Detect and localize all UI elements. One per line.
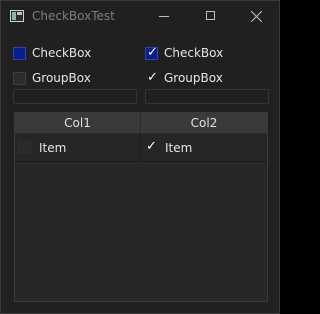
column-header-col2[interactable]: Col2: [141, 113, 267, 133]
checkbox-left-label: CheckBox: [32, 46, 92, 60]
groupbox-left-box[interactable]: [13, 71, 26, 85]
close-icon: [251, 11, 262, 22]
maximize-button[interactable]: [188, 1, 234, 32]
groupbox-left-checkbox[interactable]: GroupBox: [13, 70, 91, 86]
cell-label-col1: Item: [39, 140, 67, 155]
window-title: CheckBoxTest: [32, 9, 115, 23]
groupbox-right-label: GroupBox: [164, 71, 223, 85]
title-bar[interactable]: CheckBoxTest: [1, 1, 279, 32]
column-header-col1[interactable]: Col1: [15, 113, 141, 133]
minimize-button[interactable]: [142, 1, 188, 32]
groupbox-right-field[interactable]: [145, 89, 269, 104]
checkbox-right-box[interactable]: [145, 45, 158, 60]
cell-checkbox-col2[interactable]: [144, 139, 157, 154]
groupbox-left-label: GroupBox: [32, 71, 91, 85]
main-window: CheckBoxTest CheckBox CheckBox GroupBox …: [0, 0, 280, 314]
cell-label-col2: Item: [165, 140, 193, 155]
app-window-icon: [10, 10, 24, 22]
table-cell-col2[interactable]: Item: [141, 134, 267, 161]
groupbox-right-checkbox[interactable]: GroupBox: [145, 70, 223, 86]
table-row[interactable]: Item Item: [15, 134, 267, 162]
groupbox-left-field[interactable]: [13, 89, 137, 104]
table-view[interactable]: Col1 Col2 Item Item: [14, 112, 268, 302]
checkbox-left[interactable]: CheckBox: [13, 45, 91, 61]
groupbox-right-box[interactable]: [145, 70, 158, 85]
checkbox-right-label: CheckBox: [164, 46, 224, 60]
checkbox-left-box[interactable]: [13, 46, 26, 60]
cell-checkbox-col1[interactable]: [18, 141, 31, 154]
table-cell-col1[interactable]: Item: [15, 134, 140, 161]
table-header: Col1 Col2: [15, 113, 267, 134]
checkbox-right[interactable]: CheckBox: [145, 45, 223, 61]
close-button[interactable]: [234, 1, 280, 32]
